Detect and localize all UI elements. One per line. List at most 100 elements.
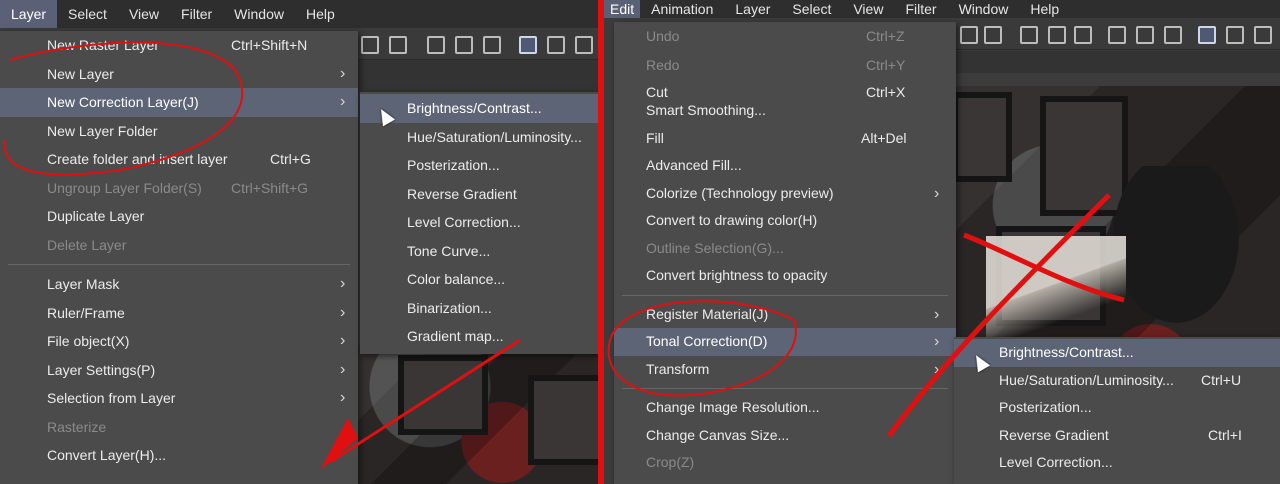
menu-item-change-canvas-size[interactable]: Change Canvas Size... (614, 422, 956, 450)
menu-filter[interactable]: Filter (170, 0, 223, 28)
menu-select[interactable]: Select (57, 0, 118, 28)
submenu-item-tone-curve[interactable]: Tone Curve... (360, 237, 598, 266)
frame-icon[interactable] (483, 36, 501, 54)
submenu-item-color-balance[interactable]: Color balance... (360, 265, 598, 294)
submenu-item-hue-saturation[interactable]: Hue/Saturation/Luminosity... (360, 123, 598, 152)
menu-item-colorize[interactable]: Colorize (Technology preview) › (614, 180, 956, 208)
menu-item-fill[interactable]: Fill Alt+Del (614, 125, 956, 153)
ruler-edit-icon[interactable] (1136, 26, 1154, 44)
menu-item-transform[interactable]: Transform › (614, 356, 956, 384)
menu-item-new-raster-layer[interactable]: New Raster Layer Ctrl+Shift+N (0, 31, 358, 60)
menu-separator (622, 388, 948, 389)
frame-icon[interactable] (1164, 26, 1182, 44)
menu-select[interactable]: Select (781, 0, 842, 18)
menu-item-outline-selection: Outline Selection(G)... (646, 239, 784, 256)
transform-icon[interactable] (389, 36, 407, 54)
chevron-right-icon: › (340, 389, 346, 406)
snap-ruler-icon[interactable] (1198, 26, 1216, 44)
ruler-edit-icon[interactable] (455, 36, 473, 54)
menubar: Edit Animation Layer Select View Filter … (604, 0, 1280, 18)
shortcut: Ctrl+X (866, 84, 906, 97)
submenu-item-gradient-map[interactable]: Gradient map... (360, 322, 598, 351)
menu-item-new-layer-folder[interactable]: New Layer Folder (0, 117, 358, 146)
submenu-item-reverse-gradient[interactable]: Reverse Gradient (360, 180, 598, 209)
canvas-artwork[interactable] (358, 345, 598, 484)
menu-item-rasterize: Rasterize (47, 418, 107, 435)
menu-item-new-layer[interactable]: New Layer › (0, 60, 358, 89)
menu-item-duplicate-layer[interactable]: Duplicate Layer (0, 202, 358, 231)
menu-item-tonal-correction[interactable]: Tonal Correction(D) › (614, 328, 956, 356)
menu-item-smart-smoothing[interactable]: Smart Smoothing... (614, 97, 956, 125)
ruler-icon[interactable] (427, 36, 445, 54)
shortcut: Ctrl+U (1201, 371, 1242, 388)
menu-item-redo: Redo Ctrl+Y (614, 51, 956, 80)
menu-item-advanced-fill[interactable]: Advanced Fill... (614, 152, 956, 180)
menu-item-ruler-frame[interactable]: Ruler/Frame › (0, 299, 358, 328)
menu-item-register-material[interactable]: Register Material(J) › (614, 301, 956, 329)
correction-layer-submenu: Brightness/Contrast... Hue/Saturation/Lu… (360, 92, 598, 354)
menu-item-new-correction-layer[interactable]: New Correction Layer(J) › (0, 88, 358, 117)
submenu-item-brightness-contrast[interactable]: Brightness/Contrast... (954, 339, 1280, 367)
menu-item-cut[interactable]: Cut Ctrl+X (614, 83, 956, 97)
menu-item-ungroup-layer-folder: Ungroup Layer Folder(S) Ctrl+Shift+G (0, 174, 358, 203)
menu-filter[interactable]: Filter (894, 0, 947, 18)
submenu-item-posterization[interactable]: Posterization... (954, 394, 1280, 422)
chevron-right-icon: › (340, 275, 346, 292)
menu-item-file-object[interactable]: File object(X) › (0, 327, 358, 356)
menu-item-brightness-to-opacity[interactable]: Convert brightness to opacity (614, 262, 956, 290)
redo-icon[interactable] (984, 26, 1002, 44)
menu-item-convert-layer[interactable]: Convert Layer(H)... (0, 441, 358, 470)
shortcut: Ctrl+Shift+N (231, 37, 308, 53)
menu-layer[interactable]: Layer (0, 0, 58, 28)
transform-icon[interactable] (1074, 26, 1092, 44)
fill-icon[interactable] (361, 36, 379, 54)
snap-grid-icon[interactable] (1254, 26, 1272, 44)
loading-icon[interactable] (1020, 26, 1038, 44)
submenu-item-level-correction[interactable]: Level Correction... (954, 449, 1280, 477)
snap-ruler-icon[interactable] (519, 36, 537, 54)
submenu-item-posterization[interactable]: Posterization... (360, 151, 598, 180)
menu-item-undo: Undo Ctrl+Z (614, 22, 956, 51)
submenu-item-level-correction[interactable]: Level Correction... (360, 208, 598, 237)
menu-window[interactable]: Window (948, 0, 1020, 18)
menu-help[interactable]: Help (1019, 0, 1070, 18)
snap-grid-icon[interactable] (575, 36, 593, 54)
shortcut: Ctrl+G (270, 151, 311, 167)
shortcut: Alt+Del (861, 129, 907, 146)
chevron-right-icon: › (934, 333, 940, 350)
undo-icon[interactable] (960, 26, 978, 44)
menu-item-convert-drawing-color[interactable]: Convert to drawing color(H) (614, 207, 956, 235)
menu-item-change-image-resolution[interactable]: Change Image Resolution... (614, 394, 956, 422)
command-bar (355, 30, 598, 60)
artwork-wing (986, 236, 1126, 346)
chevron-right-icon: › (934, 184, 940, 202)
menu-view[interactable]: View (842, 0, 894, 18)
submenu-item-reverse-gradient[interactable]: Reverse Gradient Ctrl+I (954, 422, 1280, 450)
menu-item-layer-settings[interactable]: Layer Settings(P) › (0, 356, 358, 385)
menu-item-create-folder-insert[interactable]: Create folder and insert layer Ctrl+G (0, 145, 358, 174)
menu-item-selection-from-layer[interactable]: Selection from Layer › (0, 384, 358, 413)
menu-separator (622, 294, 948, 296)
fill-icon[interactable] (1048, 26, 1066, 44)
menu-help[interactable]: Help (295, 0, 346, 28)
shortcut: Ctrl+Z (866, 28, 905, 44)
menu-view[interactable]: View (118, 0, 170, 28)
snap-special-icon[interactable] (1226, 26, 1244, 44)
menu-item-layer-mask[interactable]: Layer Mask › (0, 270, 358, 299)
submenu-item-binarization[interactable]: Binarization... (360, 294, 598, 323)
chevron-right-icon: › (340, 360, 346, 378)
submenu-item-brightness-contrast[interactable]: Brightness/Contrast... (360, 94, 598, 123)
chevron-right-icon: › (340, 93, 346, 110)
menu-animation[interactable]: Animation (640, 0, 724, 18)
tonal-correction-submenu: Brightness/Contrast... Hue/Saturation/Lu… (954, 337, 1280, 484)
snap-special-icon[interactable] (547, 36, 565, 54)
artwork-frame (528, 375, 598, 465)
menu-window[interactable]: Window (223, 0, 295, 28)
menu-layer[interactable]: Layer (724, 0, 781, 18)
chevron-right-icon: › (934, 360, 940, 378)
ruler-icon[interactable] (1108, 26, 1126, 44)
menu-edit[interactable]: Edit (604, 0, 641, 18)
submenu-item-hue-saturation[interactable]: Hue/Saturation/Luminosity... Ctrl+U (954, 367, 1280, 395)
menu-separator (8, 264, 350, 265)
layer-menu: New Raster Layer Ctrl+Shift+N New Layer › … (0, 31, 358, 484)
